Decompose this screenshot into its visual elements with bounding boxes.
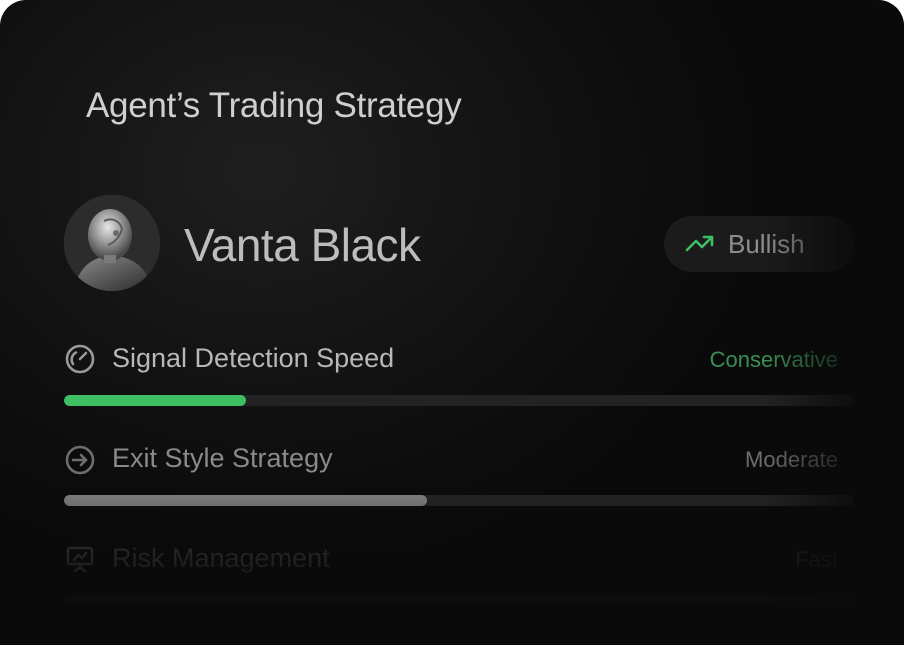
- metric-label-signal-detection-speed: Signal Detection Speed: [112, 343, 395, 373]
- presentation-board-icon: [66, 546, 94, 573]
- gauge-icon: [65, 344, 95, 374]
- signal-detection-speed-bar: [64, 395, 854, 406]
- exit-style-strategy-bar-fill: [64, 495, 428, 506]
- metric-value-risk-management: Fast: [795, 547, 838, 572]
- agent-name: Vanta Black: [184, 219, 421, 271]
- risk-management-bar: [64, 595, 854, 606]
- robot-portrait-icon: [64, 195, 160, 291]
- agent-avatar: [64, 195, 160, 291]
- trending-up-icon: [685, 235, 714, 252]
- metric-value-exit-style-strategy: Moderate: [745, 447, 838, 472]
- metric-label-exit-style-strategy: Exit Style Strategy: [112, 443, 333, 473]
- arrow-circle-right-icon: [65, 445, 95, 475]
- sentiment-label: Bullish: [728, 228, 805, 259]
- trading-strategy-card: Agent’s Trading Strategy Vanta Black Bul…: [0, 0, 904, 645]
- sentiment-badge: Bullish: [664, 216, 854, 272]
- card-title: Agent’s Trading Strategy: [86, 86, 462, 125]
- exit-style-strategy-bar: [64, 495, 854, 506]
- metric-label-risk-management: Risk Management: [112, 543, 330, 573]
- signal-detection-speed-bar-fill: [64, 395, 246, 406]
- metric-value-signal-detection-speed: Conservative: [709, 347, 838, 372]
